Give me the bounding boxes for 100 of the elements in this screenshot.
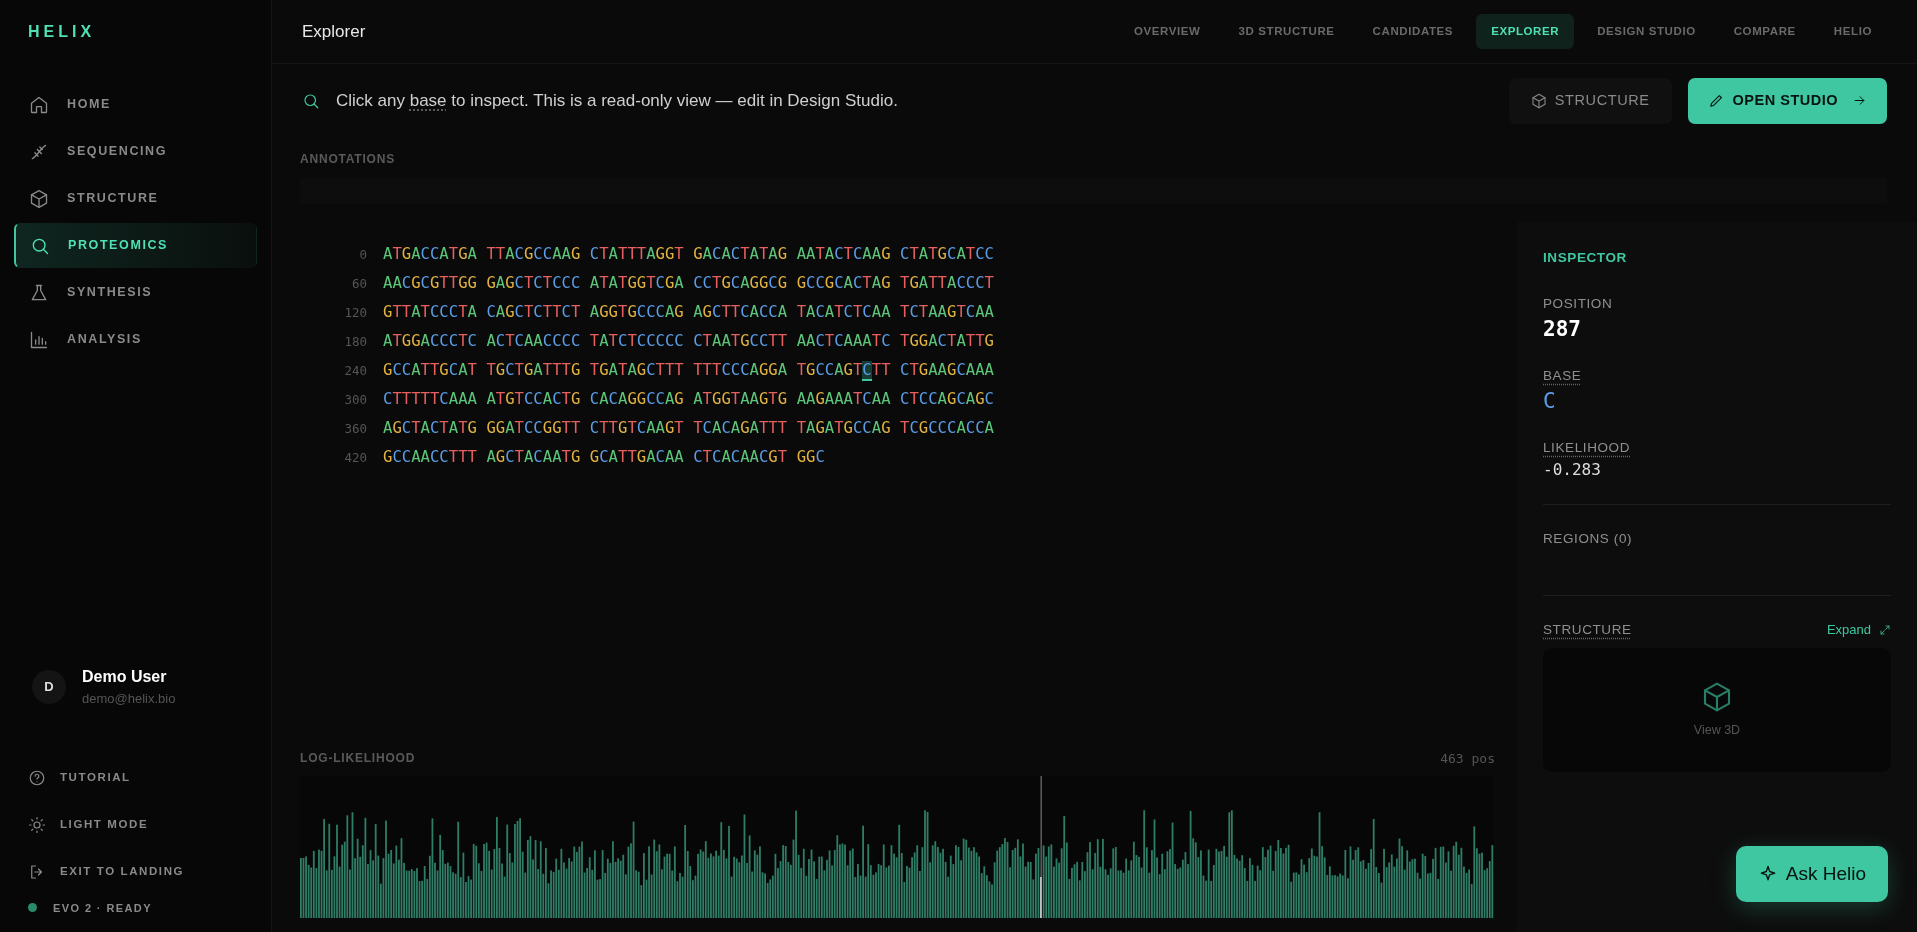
sidebar-link[interactable]: EXIT TO LANDING — [28, 848, 243, 896]
sidebar-link[interactable]: TUTORIAL — [28, 754, 243, 802]
nav-tab[interactable]: EXPLORER — [1476, 13, 1575, 50]
sequence-group[interactable]: GCCATTGCAT — [383, 355, 477, 385]
nav-tab[interactable]: CANDIDATES — [1357, 13, 1469, 50]
open-studio-button[interactable]: OPEN STUDIO — [1687, 78, 1887, 124]
line-number: 120 — [343, 303, 367, 322]
sequence-group[interactable]: TCTAAGTCAA — [900, 297, 994, 327]
sidebar-item[interactable]: HOME — [14, 82, 257, 127]
nav-tab[interactable]: OVERVIEW — [1119, 13, 1216, 50]
sidebar-link[interactable]: LIGHT MODE — [28, 801, 243, 849]
sequence-group[interactable]: ACTCAACCCC — [486, 326, 581, 356]
sequence-group[interactable]: CACAGGCCAG — [589, 384, 684, 414]
nav-tab[interactable]: 3D STRUCTURE — [1223, 13, 1350, 50]
sequence-group[interactable]: GTTATCCCTA — [383, 297, 477, 327]
bar-chart-icon — [29, 329, 49, 350]
sequence-group[interactable]: CTATTTAGGT — [589, 239, 684, 269]
sequence-group[interactable]: GCATTGACAA — [589, 442, 684, 472]
sequence-group[interactable]: TTTCCCAGGA — [693, 355, 788, 385]
field-label: POSITION — [1543, 295, 1614, 313]
line-number: 240 — [343, 361, 367, 380]
sidebar-item[interactable]: SEQUENCING — [14, 129, 257, 174]
sequence-group[interactable]: CTGAAGCAAA — [900, 355, 994, 385]
sequence-group[interactable]: AAGAAATCAA — [796, 384, 891, 414]
line-number: 0 — [358, 245, 367, 264]
sequence-group[interactable]: CCTGCAGGCG — [693, 268, 788, 298]
sequence-group[interactable]: AGCTACAATG — [486, 442, 581, 472]
sequence-group[interactable]: GACACTATAG — [693, 239, 788, 269]
sequence-group[interactable]: ATGACCATGA — [383, 239, 477, 269]
position-value: 287 — [1543, 316, 1582, 344]
sequence-group[interactable]: TACATCTCAA — [796, 297, 891, 327]
sequence-group[interactable]: ATGGACCCTC — [383, 326, 477, 356]
sequence-group[interactable]: CTTTTTCAAA — [383, 384, 477, 414]
sequence-group[interactable]: CTCCAGCAGC — [900, 384, 994, 414]
chart-label: LOG-LIKELIHOOD — [300, 750, 416, 768]
help-icon — [28, 769, 46, 787]
sequence-group[interactable]: TGGACTATTG — [900, 326, 994, 356]
sequence-group[interactable]: CTTGTCAAGT — [589, 413, 684, 443]
sidebar-item[interactable]: ANALYSIS — [14, 317, 257, 362]
sequence-group[interactable]: AACGCGTTGG — [383, 268, 477, 298]
sequence-group[interactable]: TGCTGATTTG — [486, 355, 581, 385]
sequence-group[interactable]: CTCACAACGT — [693, 442, 788, 472]
sequence-group[interactable]: TGCCAGTCTT — [796, 355, 891, 385]
field-label: BASE — [1543, 366, 1583, 385]
sequence-group[interactable]: GCCGCACTAG — [796, 268, 891, 298]
sequence-group[interactable]: TTACGCCAAG — [486, 239, 581, 269]
sequence-group[interactable]: AGCTTCACCA — [693, 297, 788, 327]
preview-caption: View 3D — [1693, 721, 1741, 739]
sequence-group[interactable]: GGC — [796, 442, 825, 472]
sequence-group[interactable]: ATGTCCACTG — [486, 384, 581, 414]
sequence-group[interactable]: GAGCTCTCCC — [486, 268, 581, 298]
sidebar-item[interactable]: PROTEOMICS — [14, 223, 257, 268]
flask-icon — [29, 282, 49, 303]
instruction-text: Click any base to inspect. This is a read-only view — edit in Design Studio. — [336, 90, 898, 113]
sequence-group[interactable]: CTATGCATCC — [900, 239, 994, 269]
sidebar-item[interactable]: STRUCTURE — [14, 176, 257, 221]
base-value: C — [1543, 388, 1557, 415]
sequence-group[interactable]: AGGTGCCCAG — [589, 297, 684, 327]
sequence-group[interactable]: AGCTACTATG — [383, 413, 477, 443]
line-number: 60 — [350, 274, 367, 293]
logo: HELIX — [27, 22, 97, 42]
user-email: demo@helix.bio — [82, 690, 176, 708]
sequence-group[interactable]: TAGATGCCAG — [796, 413, 891, 443]
sequence-group[interactable]: CAGCTCTTCT — [486, 297, 581, 327]
sequence-group[interactable]: TCACAGATTT — [693, 413, 788, 443]
sequence-group[interactable]: GCCAACCTTT — [383, 442, 477, 472]
nav-tab[interactable]: COMPARE — [1718, 13, 1811, 50]
status-dot — [28, 903, 37, 913]
expand-link[interactable]: Expand — [1826, 620, 1891, 640]
sequence-group[interactable]: AATACTCAAG — [796, 239, 891, 269]
sequence-group[interactable]: ATATGGTCGA — [589, 268, 684, 298]
user-name: Demo User — [82, 667, 168, 687]
page-title: Explorer — [302, 20, 366, 43]
avatar: D — [32, 669, 66, 704]
cube-icon — [1701, 680, 1733, 713]
ask-button[interactable]: Ask Helio — [1735, 845, 1888, 902]
expand-icon — [1879, 624, 1891, 637]
sequence-group[interactable]: AACTCAAATC — [796, 326, 891, 356]
section-title: REGIONS (0) — [1543, 529, 1634, 548]
status-text: EVO 2 · READY — [53, 900, 152, 916]
line-number: 420 — [343, 448, 367, 467]
sequence-group[interactable]: CTAATGCCTT — [693, 326, 788, 356]
sequence-group[interactable]: GGATCCGGTT — [486, 413, 581, 443]
position-count: 463 pos — [1440, 749, 1495, 768]
sun-icon — [28, 816, 46, 834]
sequence-group[interactable]: TGATTACCCT — [900, 268, 994, 298]
panel-title: INSPECTOR — [1543, 248, 1628, 267]
structure-button[interactable]: STRUCTURE — [1508, 78, 1672, 124]
line-number: 360 — [343, 419, 367, 438]
nav-tab[interactable]: DESIGN STUDIO — [1582, 13, 1711, 50]
field-label: LIKELIHOOD — [1543, 438, 1632, 457]
sequence-group[interactable]: ATGGTAAGTG — [693, 384, 788, 414]
sequence-group[interactable]: TATCTCCCCC — [589, 326, 684, 356]
line-number: 300 — [343, 390, 367, 409]
likelihood-value: -0.283 — [1543, 458, 1602, 481]
nav-tab[interactable]: HELIO — [1818, 13, 1887, 50]
pencil-icon — [1707, 92, 1725, 110]
sequence-group[interactable]: TCGCCCACCA — [900, 413, 994, 443]
sequence-group[interactable]: TGATAGCTTT — [589, 355, 684, 385]
sidebar-item[interactable]: SYNTHESIS — [14, 270, 257, 315]
